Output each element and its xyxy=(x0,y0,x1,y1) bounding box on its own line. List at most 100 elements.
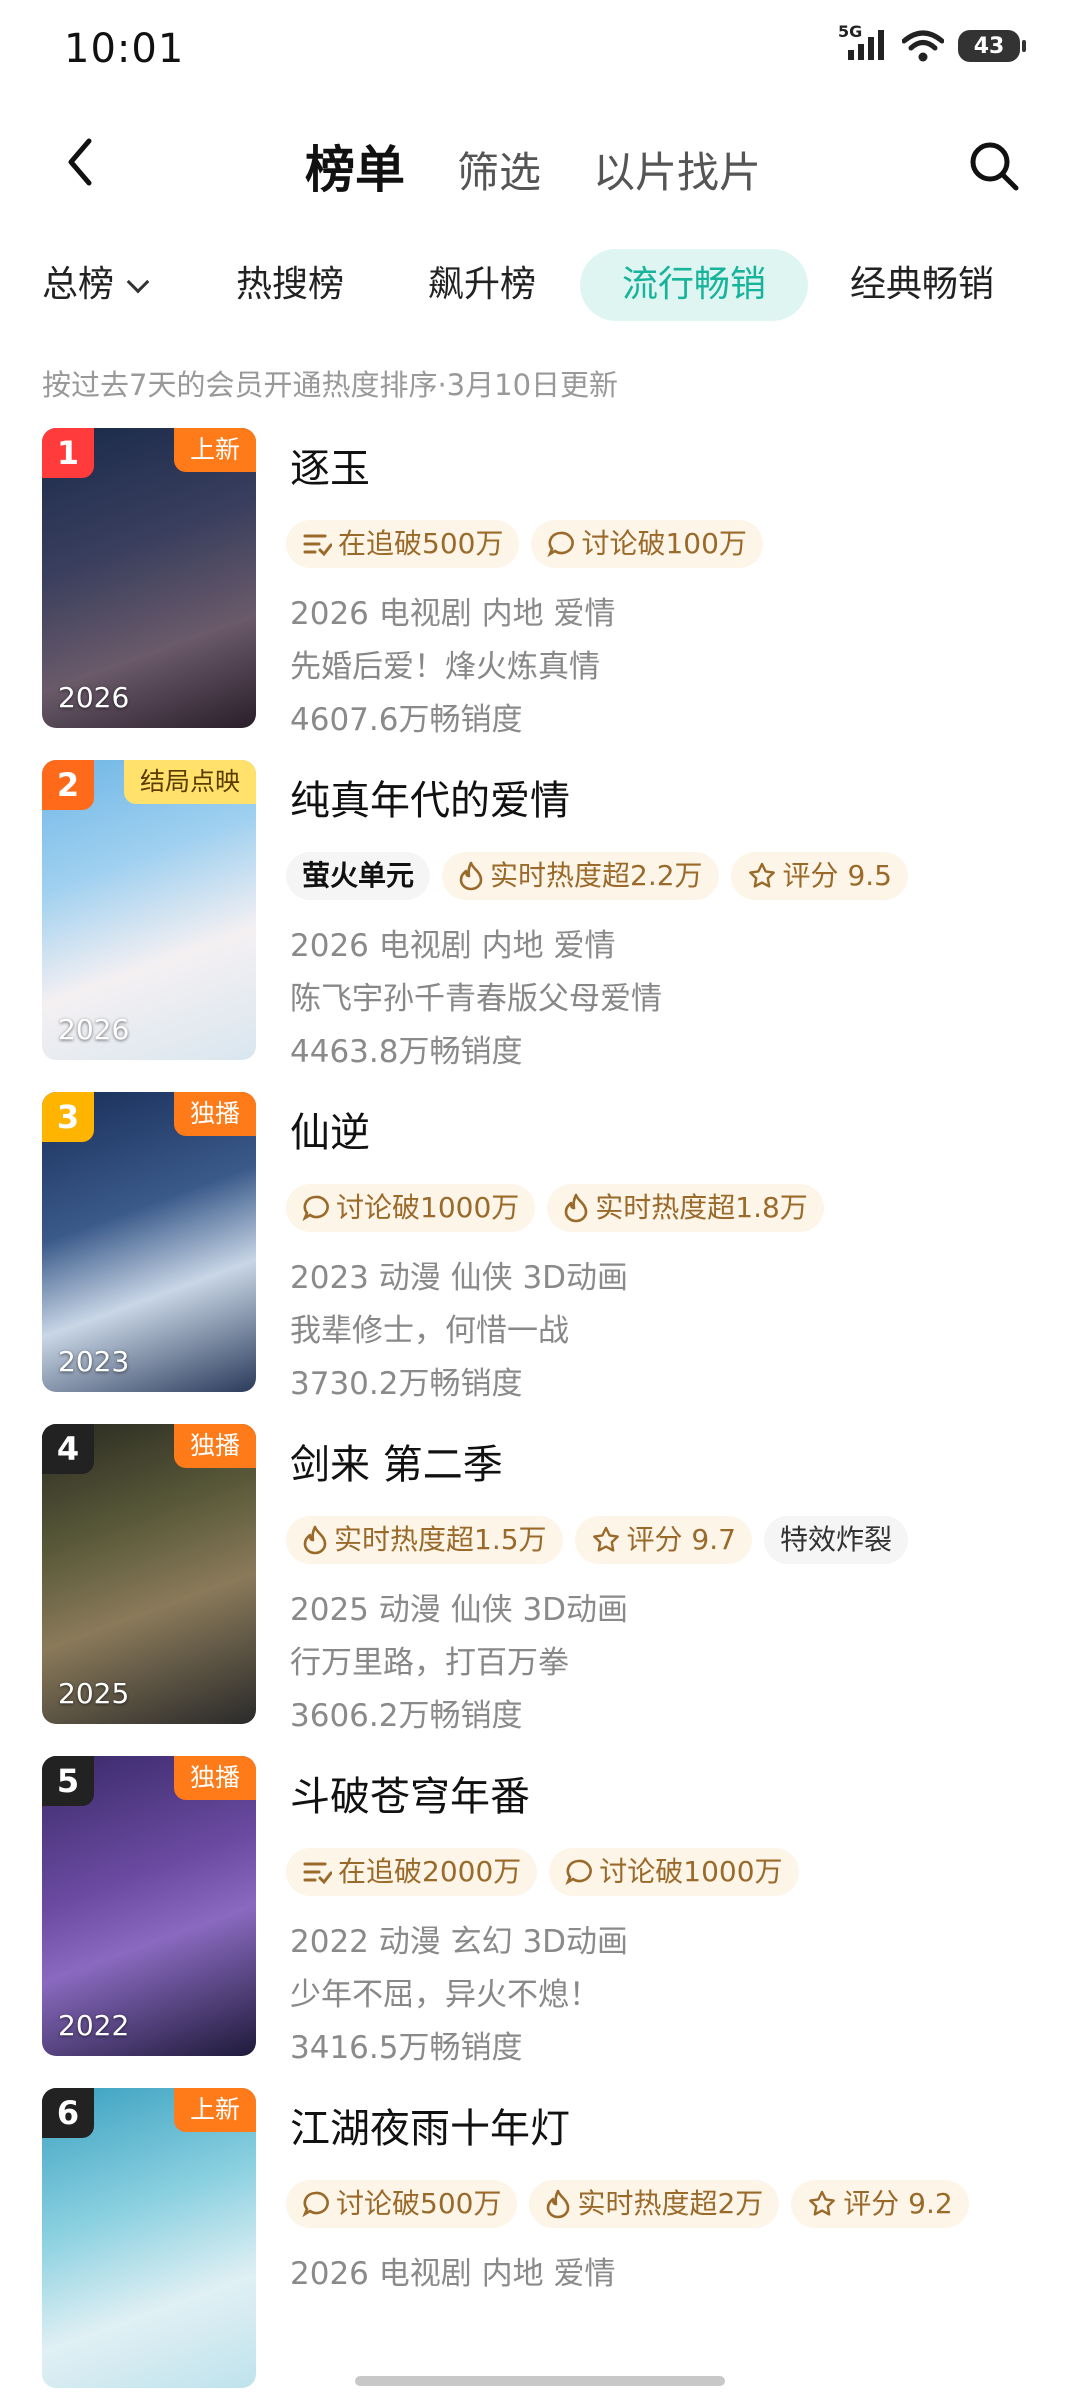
star-icon xyxy=(809,2190,836,2216)
badge-text: 实时热度超1.5万 xyxy=(334,1523,547,1556)
nav-tabs: 榜单 筛选 以片找片 xyxy=(305,130,761,202)
star-icon xyxy=(748,862,775,888)
badge-text: 讨论破100万 xyxy=(581,527,747,560)
badge-text: 特效炸裂 xyxy=(779,1523,892,1556)
badge-text: 实时热度超2.2万 xyxy=(490,859,703,892)
list-item[interactable]: 4 独播 2025 剑来 第二季 实时热度超1.5万 评分 9.7 特效炸裂 2… xyxy=(0,1424,1080,1734)
poster-year: 2026 xyxy=(58,1013,130,1046)
item-title[interactable]: 纯真年代的爱情 xyxy=(290,768,570,826)
item-title[interactable]: 斗破苍穹年番 xyxy=(290,1764,530,1822)
list-item[interactable]: 1 上新 2026 逐玉 在追破500万 讨论破100万 2026 电视剧 内地… xyxy=(0,428,1080,738)
item-meta: 2025 动漫 仙侠 3D动画 xyxy=(290,1592,629,1628)
rank-badge: 3 xyxy=(42,1092,94,1142)
badge: 讨论破500万 xyxy=(286,2180,518,2228)
item-sales: 4607.6万畅销度 xyxy=(290,702,523,738)
poster[interactable]: 3 独播 2023 xyxy=(42,1092,256,1392)
search-button[interactable] xyxy=(962,134,1026,198)
poster[interactable]: 4 独播 2025 xyxy=(42,1424,256,1724)
badge-row: 讨论破500万 实时热度超2万 评分 9.2 xyxy=(286,2180,969,2228)
badge: 实时热度超1.8万 xyxy=(547,1184,824,1232)
poster[interactable]: 1 上新 2026 xyxy=(42,428,256,728)
comment-icon xyxy=(302,1195,329,1222)
category-dropdown[interactable]: 总榜 xyxy=(42,249,150,321)
item-meta: 2026 电视剧 内地 爱情 xyxy=(290,596,616,632)
follow-icon xyxy=(303,534,332,557)
ranking-note: 按过去7天的会员开通热度排序·3月10日更新 xyxy=(42,368,619,402)
item-description: 行万里路，打百万拳 xyxy=(290,1645,569,1681)
badge-text: 实时热度超2万 xyxy=(577,2187,764,2220)
tab-filter[interactable]: 筛选 xyxy=(457,139,541,200)
comment-icon xyxy=(565,1859,593,1886)
item-description: 先婚后爱！烽火炼真情 xyxy=(290,649,600,685)
list-item[interactable]: 6 上新 江湖夜雨十年灯 讨论破500万 实时热度超2万 评分 9.2 2026… xyxy=(0,2088,1080,2400)
badge: 评分 9.7 xyxy=(574,1516,752,1564)
status-tag: 上新 xyxy=(173,2088,256,2132)
badge-text: 讨论破1000万 xyxy=(599,1855,783,1888)
list-item[interactable]: 5 独播 2022 斗破苍穹年番 在追破2000万 讨论破1000万 2022 … xyxy=(0,1756,1080,2066)
status-tag: 独播 xyxy=(173,1092,256,1136)
poster[interactable]: 6 上新 xyxy=(42,2088,256,2388)
badge-text: 评分 9.7 xyxy=(626,1523,736,1556)
tab-find-by-clip[interactable]: 以片找片 xyxy=(593,139,761,200)
network-type-label: 5G xyxy=(838,22,863,41)
badge: 在追破500万 xyxy=(286,520,520,568)
tab-popular-bestseller[interactable]: 流行畅销 xyxy=(580,249,809,321)
badge-text: 在追破2000万 xyxy=(338,1855,522,1888)
rank-badge: 5 xyxy=(42,1756,94,1806)
item-sales: 3606.2万畅销度 xyxy=(290,1698,523,1734)
chevron-down-icon xyxy=(126,270,150,294)
poster[interactable]: 5 独播 2022 xyxy=(42,1756,256,2056)
flame-icon xyxy=(303,1525,327,1555)
chevron-left-icon xyxy=(68,138,92,186)
badge: 萤火单元 xyxy=(286,852,431,900)
nav-bar: 榜单 筛选 以片找片 xyxy=(0,110,1080,220)
battery-icon: 43 xyxy=(958,30,1026,62)
badge: 实时热度超1.5万 xyxy=(286,1516,563,1564)
brand-icon: 萤火单元 xyxy=(302,859,415,892)
back-button[interactable] xyxy=(50,132,110,192)
badge-row: 在追破2000万 讨论破1000万 xyxy=(286,1848,799,1896)
item-meta: 2023 动漫 仙侠 3D动画 xyxy=(290,1260,629,1296)
item-title[interactable]: 江湖夜雨十年灯 xyxy=(290,2096,570,2154)
badge-row: 在追破500万 讨论破100万 xyxy=(286,520,763,568)
rank-badge: 1 xyxy=(42,428,94,478)
badge-text: 评分 9.2 xyxy=(843,2187,953,2220)
badge: 讨论破100万 xyxy=(531,520,763,568)
tab-classic-bestseller[interactable]: 经典畅销 xyxy=(850,249,994,321)
poster-year: 2023 xyxy=(58,1345,130,1378)
wifi-icon xyxy=(902,30,944,62)
status-tag: 独播 xyxy=(173,1424,256,1468)
home-indicator[interactable] xyxy=(355,2376,725,2386)
rank-badge: 2 xyxy=(42,760,94,810)
item-meta: 2026 电视剧 内地 爱情 xyxy=(290,2256,616,2292)
badge: 评分 9.2 xyxy=(791,2180,969,2228)
search-icon xyxy=(970,142,1019,191)
flame-icon xyxy=(547,2189,570,2219)
tab-rising[interactable]: 飙升榜 xyxy=(428,249,536,321)
badge: 讨论破1000万 xyxy=(549,1848,799,1896)
star-icon xyxy=(592,1526,619,1552)
category-dropdown-label: 总榜 xyxy=(42,264,115,305)
badge: 在追破2000万 xyxy=(286,1848,538,1896)
tab-hot-search[interactable]: 热搜榜 xyxy=(236,249,344,321)
item-sales: 3730.2万畅销度 xyxy=(290,1366,523,1402)
badge-row: 萤火单元 实时热度超2.2万 评分 9.5 xyxy=(286,852,908,900)
status-icons: 5G 43 xyxy=(838,22,1026,64)
list-item[interactable]: 3 独播 2023 仙逆 讨论破1000万 实时热度超1.8万 2023 动漫 … xyxy=(0,1092,1080,1402)
rank-badge: 4 xyxy=(42,1424,94,1474)
poster-year: 2022 xyxy=(58,2009,130,2042)
badge-row: 实时热度超1.5万 评分 9.7 特效炸裂 xyxy=(286,1516,908,1564)
badge-text: 评分 9.5 xyxy=(782,859,892,892)
badge-row: 讨论破1000万 实时热度超1.8万 xyxy=(286,1184,824,1232)
comment-icon xyxy=(302,2191,329,2218)
tab-ranking[interactable]: 榜单 xyxy=(305,130,405,202)
list-item[interactable]: 2 结局点映 2026 纯真年代的爱情 萤火单元 实时热度超2.2万 评分 9.… xyxy=(0,760,1080,1070)
status-bar: 10:01 5G 43 xyxy=(0,0,1080,100)
badge: 特效炸裂 xyxy=(763,1516,908,1564)
flame-icon xyxy=(564,1193,588,1223)
item-title[interactable]: 剑来 第二季 xyxy=(290,1432,503,1490)
badge: 评分 9.5 xyxy=(730,852,908,900)
item-title[interactable]: 仙逆 xyxy=(290,1100,370,1158)
poster[interactable]: 2 结局点映 2026 xyxy=(42,760,256,1060)
item-title[interactable]: 逐玉 xyxy=(290,436,370,494)
